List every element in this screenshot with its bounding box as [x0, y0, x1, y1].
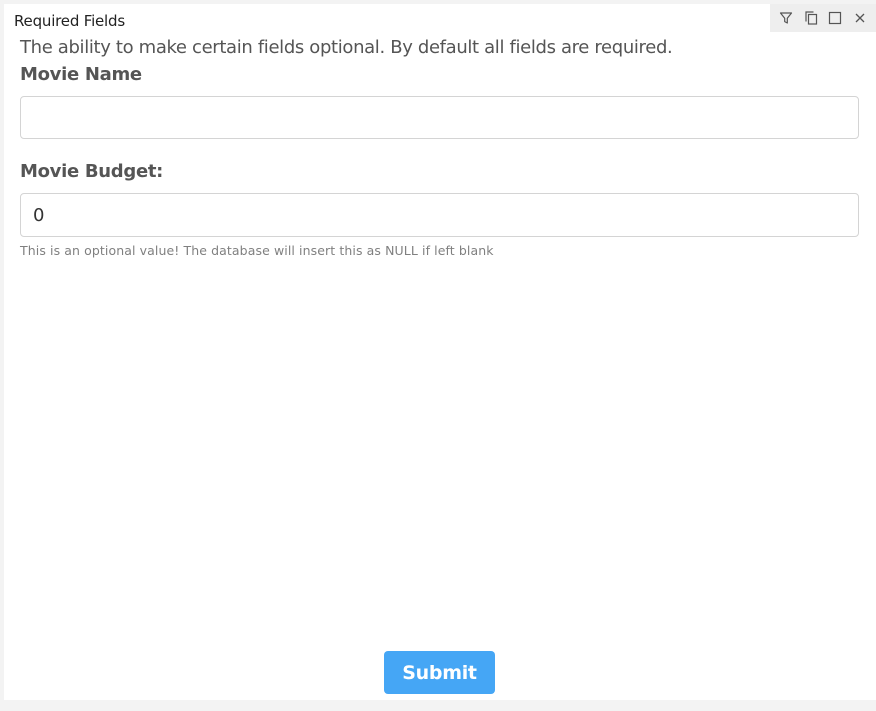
- copy-icon[interactable]: [802, 9, 820, 27]
- maximize-icon[interactable]: [826, 9, 844, 27]
- form-description: The ability to make certain fields optio…: [20, 37, 673, 58]
- submit-button[interactable]: Submit: [384, 651, 495, 694]
- movie-budget-input[interactable]: [20, 193, 859, 237]
- movie-budget-label: Movie Budget:: [20, 161, 164, 182]
- panel-title: Required Fields: [14, 12, 125, 30]
- movie-name-label: Movie Name: [20, 64, 142, 85]
- panel: Required Fields The ability to make cert…: [4, 4, 876, 700]
- movie-name-input[interactable]: [20, 96, 859, 139]
- filter-icon[interactable]: [777, 9, 795, 27]
- movie-budget-help-text: This is an optional value! The database …: [20, 243, 494, 258]
- close-icon[interactable]: [851, 9, 869, 27]
- panel-toolbar: [770, 4, 876, 32]
